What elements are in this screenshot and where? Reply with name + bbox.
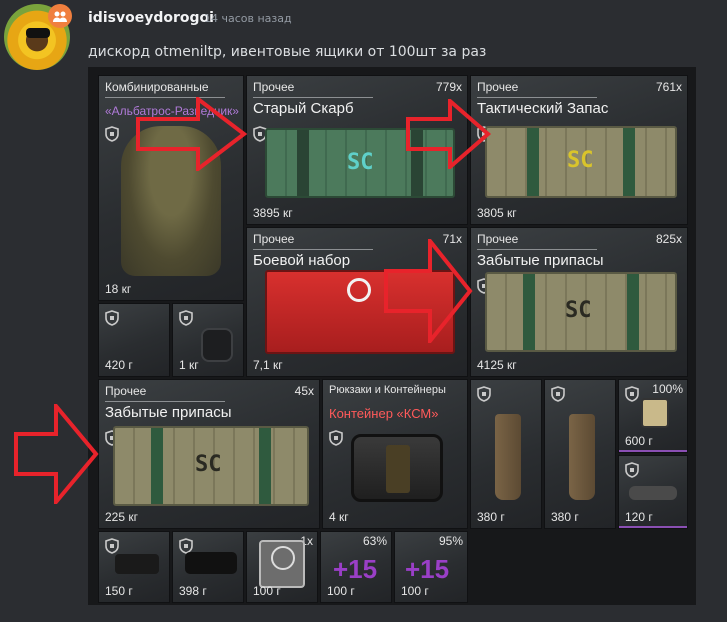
tile-item: 100% 600 г	[618, 379, 688, 453]
tile-percent: 63%	[362, 534, 387, 548]
message-text: дискорд otmeniltp, ивентовые ящики от 10…	[88, 44, 487, 60]
crate-image: SC	[485, 126, 677, 198]
shield-icon	[625, 386, 639, 402]
divider	[253, 97, 373, 98]
tile-item: 420 г	[98, 303, 170, 377]
divider	[477, 249, 597, 250]
timestamp: 14 часов назад	[204, 12, 292, 25]
divider	[477, 97, 597, 98]
tile-category: Прочее	[477, 232, 519, 246]
tile-category: Прочее	[253, 80, 295, 94]
tile-category: Прочее	[253, 232, 295, 246]
container-image	[351, 434, 443, 502]
tile-count: 825x	[655, 232, 682, 246]
tile-name: Забытые припасы	[477, 252, 604, 269]
muzzle-image	[629, 486, 677, 500]
tile-weight: 4 кг	[329, 510, 349, 524]
tile-category: Комбинированные	[105, 80, 209, 94]
tile-item: 1 кг	[172, 303, 244, 377]
tile-weight: 120 г	[625, 510, 653, 524]
tile-weight: 420 г	[105, 358, 133, 372]
group-badge	[48, 4, 72, 28]
tile-weight: 3805 кг	[477, 206, 517, 220]
booster-value: +15	[405, 554, 450, 584]
tile-weight: 100 г	[401, 584, 429, 598]
arrow-icon	[136, 97, 248, 171]
tile-category: Рюкзаки и Контейнеры	[329, 384, 446, 396]
tile-weight: 150 г	[105, 584, 133, 598]
shield-icon	[551, 386, 565, 402]
divider	[253, 249, 373, 250]
tile-name: Тактический Запас	[477, 100, 609, 117]
badge-image	[259, 540, 305, 588]
tile-tactical-supply: Прочее Тактический Запас 761x SC 3805 кг	[470, 75, 688, 225]
tile-weight: 380 г	[477, 510, 505, 524]
shield-icon	[477, 386, 491, 402]
tile-category: Прочее	[105, 384, 147, 398]
users-icon	[53, 11, 67, 22]
tile-count: 45x	[294, 384, 314, 398]
arrow-icon	[384, 239, 473, 343]
tile-booster: 95% +15 100 г	[394, 531, 468, 603]
tile-weight: 225 кг	[105, 510, 138, 524]
magazine-image	[495, 414, 521, 500]
divider	[105, 401, 225, 402]
scope-image	[115, 554, 159, 574]
detector-image	[641, 398, 669, 428]
sunglasses-icon	[26, 28, 50, 38]
crate-image: SC	[485, 272, 677, 352]
tile-weight: 600 г	[625, 434, 653, 448]
tile-name: Контейнер «КСМ»	[329, 406, 439, 421]
gear-image	[201, 328, 233, 362]
shield-icon	[105, 538, 119, 554]
tile-weight: 1 кг	[179, 358, 199, 372]
inventory-screenshot[interactable]: Комбинированные «Альбатрос-Разведчик» 18…	[88, 67, 696, 605]
tile-name: Старый Скарб	[253, 100, 354, 117]
tile-item: 150 г	[98, 531, 170, 603]
shield-icon	[329, 430, 343, 446]
tile-weight: 100 г	[327, 584, 355, 598]
tile-item: 1x 100 г	[246, 531, 318, 603]
tile-weight: 100 г	[253, 584, 281, 598]
tile-name: Забытые припасы	[105, 404, 232, 421]
tile-booster: 63% +15 100 г	[320, 531, 392, 603]
tile-item: 380 г	[544, 379, 616, 529]
tile-container: Рюкзаки и Контейнеры Контейнер «КСМ» 4 к…	[322, 379, 468, 529]
shield-icon	[105, 126, 119, 142]
tile-percent: 100%	[652, 382, 683, 396]
booster-value: +15	[333, 554, 378, 584]
tile-forgotten-supplies: Прочее Забытые припасы 825x SC 4125 кг	[470, 227, 688, 377]
tile-percent: 95%	[438, 534, 463, 548]
shield-icon	[625, 462, 639, 478]
tile-weight: 3895 кг	[253, 206, 293, 220]
magazine-image	[569, 414, 595, 500]
tile-item: 380 г	[470, 379, 542, 529]
tile-weight: 380 г	[551, 510, 579, 524]
shield-icon	[105, 310, 119, 326]
shield-icon	[179, 310, 193, 326]
tile-weight: 18 кг	[105, 282, 132, 296]
scope-image	[185, 552, 237, 574]
tile-item: 120 г	[618, 455, 688, 529]
username[interactable]: idisvoeydorogoi	[88, 10, 214, 26]
tile-weight: 4125 кг	[477, 358, 517, 372]
tile-count: 779x	[435, 80, 462, 94]
tile-item: 398 г	[172, 531, 244, 603]
tile-count: 761x	[655, 80, 682, 94]
tile-weight: 398 г	[179, 584, 207, 598]
tile-weight: 7,1 кг	[253, 358, 283, 372]
tile-name: Боевой набор	[253, 252, 351, 269]
crate-image: SC	[113, 426, 309, 506]
arrow-icon	[406, 99, 492, 169]
tile-forgotten-supplies: Прочее Забытые припасы 45x SC 225 кг	[98, 379, 320, 529]
arrow-icon	[14, 404, 99, 504]
tile-category: Прочее	[477, 80, 519, 94]
